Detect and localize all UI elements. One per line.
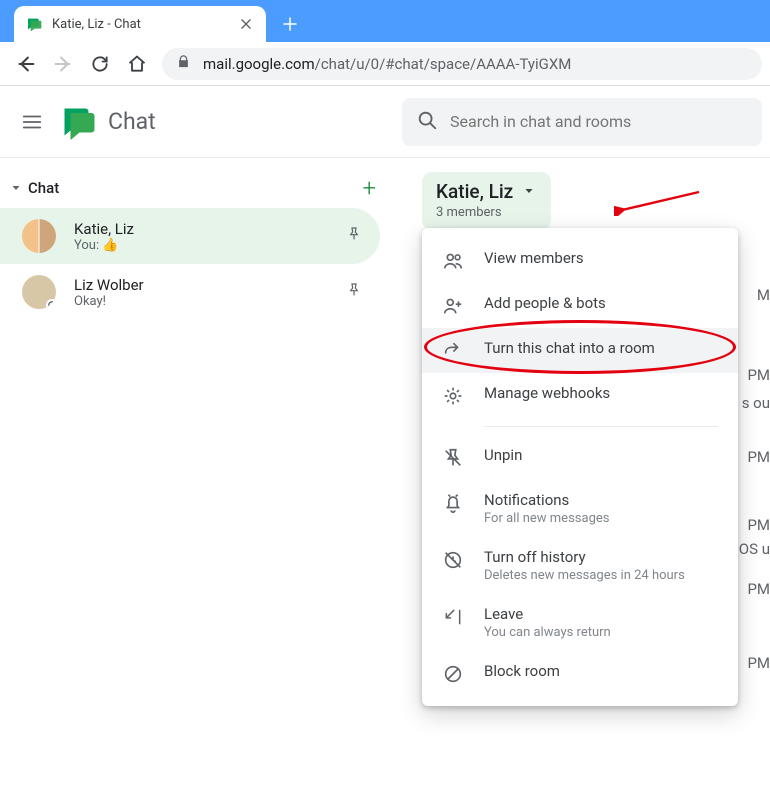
back-button[interactable] xyxy=(8,46,44,82)
menu-item-label: Leave xyxy=(484,605,611,623)
favicon xyxy=(26,16,42,32)
tab-title: Katie, Liz - Chat xyxy=(52,17,238,32)
url-text: mail.google.com/chat/u/0/#chat/space/AAA… xyxy=(203,55,571,73)
presence-indicator xyxy=(46,299,56,309)
pin-icon[interactable] xyxy=(346,282,362,302)
app-name: Chat xyxy=(108,108,156,135)
room-name: Katie, Liz xyxy=(436,180,513,203)
history-off-icon xyxy=(442,549,464,571)
room-header-chip[interactable]: Katie, Liz 3 members xyxy=(422,172,551,230)
sidebar-section-header[interactable]: Chat + xyxy=(0,168,394,208)
background-text: PM xyxy=(747,448,770,466)
chat-item-preview: Okay! xyxy=(74,294,346,309)
menu-item-notifications[interactable]: Notifications For all new messages xyxy=(422,480,738,537)
chat-list-item[interactable]: Katie, Liz You: 👍 xyxy=(0,208,380,264)
room-options-menu: View members Add people & bots Turn this… xyxy=(422,228,738,706)
menu-divider xyxy=(484,426,718,427)
background-text: OS u xyxy=(739,540,770,558)
chat-item-name: Liz Wolber xyxy=(74,276,346,294)
reload-button[interactable] xyxy=(82,46,118,82)
search-icon xyxy=(416,109,438,135)
browser-toolbar: mail.google.com/chat/u/0/#chat/space/AAA… xyxy=(0,42,770,86)
bell-icon xyxy=(442,492,464,514)
caret-down-icon xyxy=(523,182,535,201)
menu-item-label: Add people & bots xyxy=(484,294,606,312)
search-box[interactable] xyxy=(402,98,762,146)
menu-item-view-members[interactable]: View members xyxy=(422,238,738,283)
browser-tab-bar: Katie, Liz - Chat xyxy=(0,0,770,42)
menu-item-turn-off-history[interactable]: Turn off history Deletes new messages in… xyxy=(422,537,738,594)
home-button[interactable] xyxy=(119,46,155,82)
people-icon xyxy=(442,250,464,272)
room-subtitle: 3 members xyxy=(436,205,502,220)
lock-icon xyxy=(176,54,191,73)
menu-item-label: Manage webhooks xyxy=(484,384,610,402)
person-add-icon xyxy=(442,295,464,317)
address-bar[interactable]: mail.google.com/chat/u/0/#chat/space/AAA… xyxy=(162,48,762,80)
menu-item-block-room[interactable]: Block room xyxy=(422,651,738,696)
menu-item-unpin[interactable]: Unpin xyxy=(422,435,738,480)
menu-item-sublabel: You can always return xyxy=(484,625,611,640)
chat-list-item[interactable]: Liz Wolber Okay! xyxy=(0,264,380,320)
menu-item-webhooks[interactable]: Manage webhooks xyxy=(422,373,738,418)
caret-down-icon xyxy=(10,179,22,198)
block-icon xyxy=(442,663,464,685)
menu-item-sublabel: Deletes new messages in 24 hours xyxy=(484,568,685,583)
tab-close-button[interactable] xyxy=(238,16,254,32)
background-text: PM xyxy=(747,366,770,384)
background-text: M xyxy=(757,286,770,304)
conversation-pane: Katie, Liz 3 members M PM s ou PM PM OS … xyxy=(394,158,770,791)
background-text: PM xyxy=(747,516,770,534)
pin-icon[interactable] xyxy=(346,226,362,246)
menu-item-sublabel: For all new messages xyxy=(484,511,609,526)
menu-item-add-people[interactable]: Add people & bots xyxy=(422,283,738,328)
new-tab-button[interactable] xyxy=(276,10,304,38)
gear-icon xyxy=(442,385,464,407)
arrow-right-icon xyxy=(442,340,464,362)
chat-item-preview: You: 👍 xyxy=(74,238,346,253)
sidebar-section-title: Chat xyxy=(28,179,59,197)
forward-button[interactable] xyxy=(45,46,81,82)
search-input[interactable] xyxy=(450,112,748,131)
new-chat-button[interactable]: + xyxy=(362,174,376,202)
background-text: s ou xyxy=(742,394,770,412)
background-text: PM xyxy=(747,580,770,598)
sidebar: Chat + Katie, Liz You: 👍 Liz Wolber Okay… xyxy=(0,158,394,791)
menu-item-label: Block room xyxy=(484,662,560,680)
menu-item-leave[interactable]: Leave You can always return xyxy=(422,594,738,651)
menu-item-label: View members xyxy=(484,249,584,267)
avatar xyxy=(22,219,56,253)
background-text: PM xyxy=(747,654,770,672)
menu-item-label: Unpin xyxy=(484,446,522,464)
unpin-icon xyxy=(442,447,464,469)
leave-icon xyxy=(442,606,464,628)
avatar xyxy=(22,275,56,309)
browser-tab[interactable]: Katie, Liz - Chat xyxy=(14,6,266,42)
chat-logo xyxy=(60,104,96,140)
menu-item-label: Notifications xyxy=(484,491,609,509)
menu-item-label: Turn this chat into a room xyxy=(484,339,655,357)
menu-item-turn-into-room[interactable]: Turn this chat into a room xyxy=(422,328,738,373)
app-header: Chat xyxy=(0,86,770,158)
menu-item-label: Turn off history xyxy=(484,548,685,566)
main-menu-button[interactable] xyxy=(8,98,56,146)
chat-item-name: Katie, Liz xyxy=(74,220,346,238)
